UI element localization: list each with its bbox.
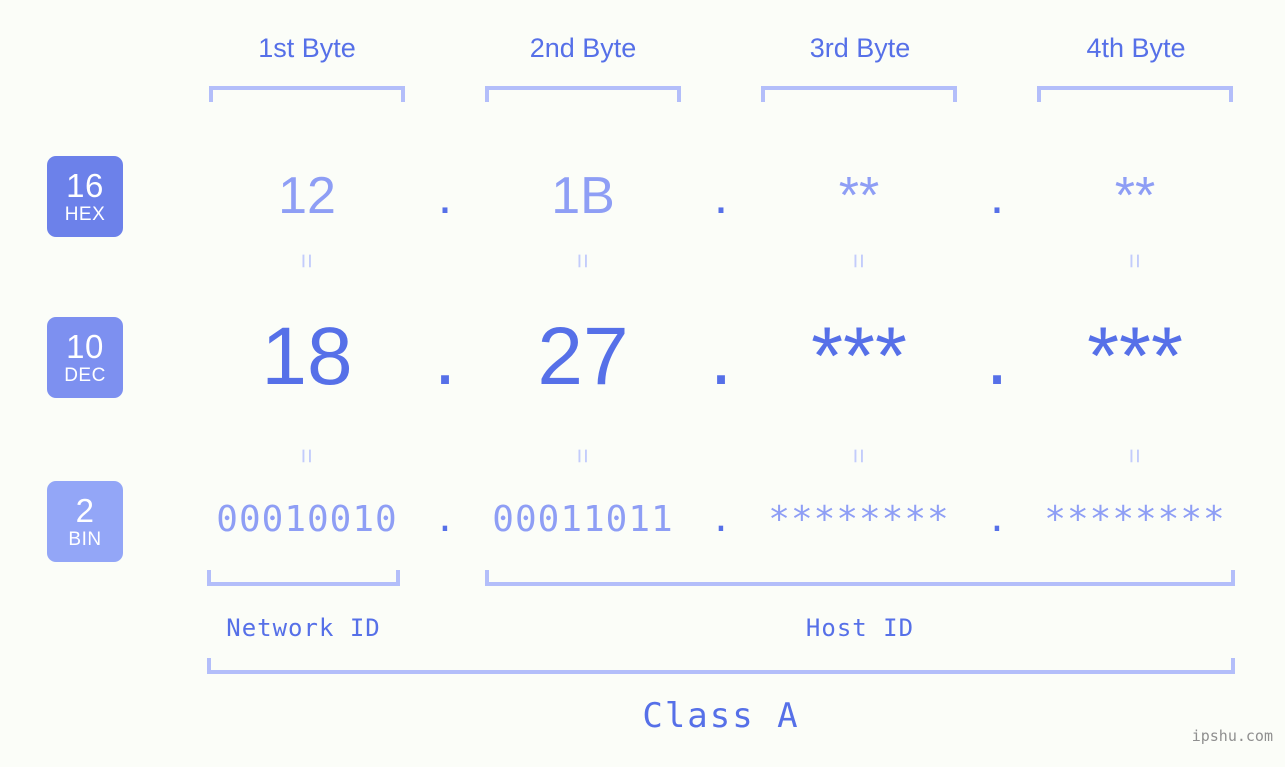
byte-bracket-2	[485, 86, 681, 102]
byte-bracket-1	[209, 86, 405, 102]
host-id-label: Host ID	[805, 614, 915, 642]
base-badge-hex-number: 16	[66, 167, 104, 204]
bin-byte-1: 00010010	[216, 499, 398, 540]
host-id-bracket	[485, 570, 1235, 586]
base-badge-bin-label: BIN	[68, 529, 102, 550]
dec-value-row: 18 . 27 . *** . ***	[160, 303, 1285, 411]
bin-value-row: 00010010 . 00011011 . ******** . *******…	[160, 495, 1285, 545]
dec-separator-1: .	[433, 311, 457, 402]
byte-bracket-4	[1037, 86, 1233, 102]
bin-separator-2: .	[710, 499, 732, 540]
class-bracket	[207, 658, 1235, 674]
byte-header-2: 2nd Byte	[529, 33, 637, 63]
dec-separator-3: .	[985, 311, 1009, 402]
bin-byte-3: ********	[768, 499, 950, 540]
equals-row-dec-bin: = = = =	[160, 441, 1285, 471]
bin-separator-1: .	[434, 499, 456, 540]
bin-byte-2: 00011011	[492, 499, 674, 540]
byte-header-1: 1st Byte	[258, 33, 356, 63]
ip-address-breakdown-diagram: 1st Byte 2nd Byte 3rd Byte 4th Byte 16 H…	[0, 0, 1285, 767]
base-badge-dec: 10 DEC	[47, 317, 123, 398]
byte-header-4: 4th Byte	[1086, 33, 1186, 63]
equals-row-hex-dec: = = = =	[160, 246, 1285, 276]
base-badge-dec-label: DEC	[64, 365, 106, 386]
base-badge-hex-label: HEX	[64, 204, 106, 225]
hex-separator-3: .	[989, 167, 1005, 225]
base-badge-hex: 16 HEX	[47, 156, 123, 237]
bin-separator-3: .	[986, 499, 1008, 540]
base-badge-bin-number: 2	[75, 492, 95, 529]
hex-separator-2: .	[713, 167, 729, 225]
base-badge-bin: 2 BIN	[47, 481, 123, 562]
hex-separator-1: .	[437, 167, 453, 225]
byte-bracket-3	[761, 86, 957, 102]
hex-value-row: 12 . 1B . ** . **	[160, 150, 1285, 242]
network-id-label: Network ID	[226, 614, 381, 642]
class-label: Class A	[642, 696, 800, 736]
byte-header-3: 3rd Byte	[809, 33, 911, 63]
watermark: ipshu.com	[1191, 727, 1273, 745]
dec-separator-2: .	[709, 311, 733, 402]
bin-byte-4: ********	[1044, 499, 1226, 540]
base-badge-dec-number: 10	[66, 328, 104, 365]
network-id-bracket	[207, 570, 400, 586]
